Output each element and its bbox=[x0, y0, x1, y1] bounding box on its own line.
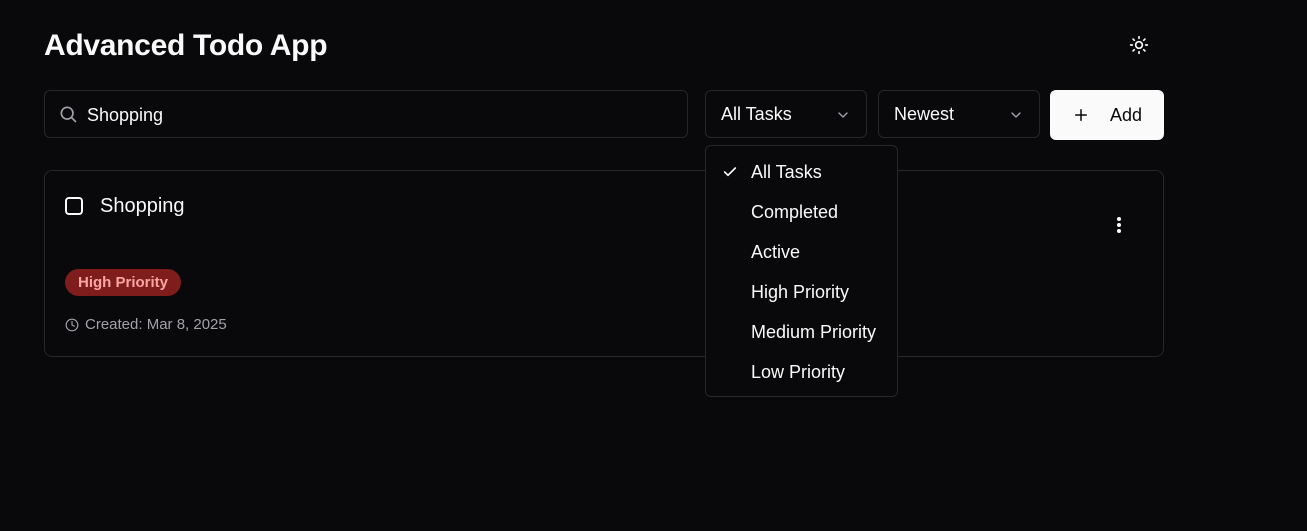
filter-option-label: Completed bbox=[751, 201, 839, 222]
page-title: Advanced Todo App bbox=[44, 29, 328, 62]
todo-app: Advanced Todo App All Tasks Newest Add bbox=[0, 0, 1307, 531]
sort-select[interactable]: Newest bbox=[878, 90, 1040, 138]
filter-option-active[interactable]: Active bbox=[706, 232, 897, 272]
filter-option-all-tasks[interactable]: All Tasks bbox=[706, 152, 897, 192]
task-menu-button[interactable] bbox=[1107, 211, 1131, 239]
chevron-down-icon bbox=[1011, 112, 1021, 118]
search-input[interactable] bbox=[85, 91, 679, 139]
sort-select-value: Newest bbox=[894, 103, 955, 124]
created-date: Created: Mar 8, 2025 bbox=[65, 316, 227, 333]
check-icon bbox=[723, 167, 737, 177]
search-icon bbox=[60, 106, 77, 123]
plus-icon bbox=[1074, 109, 1087, 121]
add-button-label: Add bbox=[1109, 104, 1143, 125]
chevron-down-icon bbox=[838, 112, 848, 118]
add-task-button[interactable]: Add bbox=[1050, 90, 1164, 140]
task-title: Shopping bbox=[100, 195, 185, 217]
theme-toggle-button[interactable] bbox=[1122, 28, 1156, 62]
sun-icon bbox=[1129, 35, 1149, 55]
priority-badge: High Priority bbox=[65, 269, 182, 296]
filter-option-medium-priority[interactable]: Medium Priority bbox=[706, 312, 897, 352]
filter-option-label: High Priority bbox=[751, 281, 850, 302]
filter-select[interactable]: All Tasks bbox=[705, 90, 867, 138]
filter-option-label: Medium Priority bbox=[751, 321, 877, 342]
more-vertical-icon bbox=[1117, 217, 1121, 233]
filter-dropdown-menu: All Tasks Completed Active High Priority… bbox=[705, 145, 898, 397]
search-box bbox=[44, 90, 688, 139]
filter-option-completed[interactable]: Completed bbox=[706, 192, 897, 232]
created-date-text: Created: Mar 8, 2025 bbox=[85, 316, 227, 333]
clock-icon bbox=[65, 318, 79, 331]
filter-option-low-priority[interactable]: Low Priority bbox=[706, 352, 897, 392]
filter-option-label: Active bbox=[751, 241, 801, 262]
task-card: Shopping High Priority Created: Mar 8, 2… bbox=[44, 170, 1164, 357]
filter-option-high-priority[interactable]: High Priority bbox=[706, 272, 897, 312]
task-checkbox[interactable] bbox=[65, 197, 83, 215]
filter-option-label: All Tasks bbox=[751, 161, 822, 182]
filter-option-label: Low Priority bbox=[751, 361, 846, 382]
filter-select-value: All Tasks bbox=[721, 103, 792, 124]
